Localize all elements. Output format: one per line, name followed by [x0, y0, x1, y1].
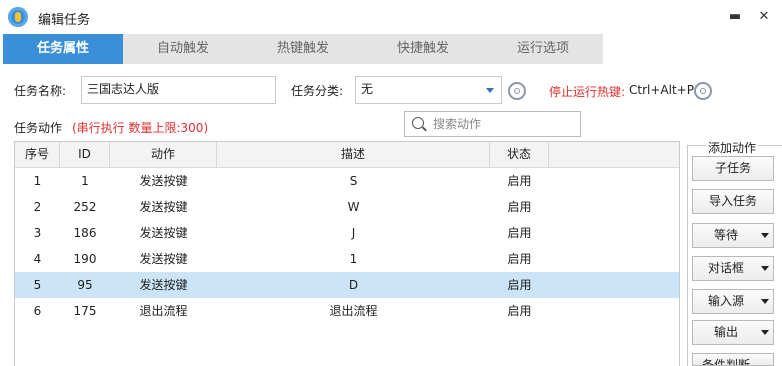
column-header-desc[interactable]: 描述 [217, 142, 490, 167]
action-search-input[interactable]: 搜索动作 [404, 111, 581, 137]
output-label: 输出 [713, 325, 738, 339]
dialog-label: 对话框 [707, 261, 744, 275]
tab-auto-trigger[interactable]: 自动触发 [123, 34, 243, 64]
condition-dropdown-button[interactable]: 条件判断 [692, 353, 774, 366]
table-row[interactable]: 3 186 发送按键 J 启用 [15, 220, 679, 246]
cell-action: 发送按键 [139, 174, 188, 188]
condition-label: 条件判断 [701, 358, 750, 366]
cell-seq: 4 [33, 252, 42, 266]
tab-run-options[interactable]: 运行选项 [483, 34, 603, 64]
task-actions-label: 任务动作 [14, 121, 63, 135]
tab-bar: 任务属性 自动触发 热键触发 快捷触发 运行选项 [3, 34, 603, 64]
app-logo-icon [8, 7, 28, 27]
cell-status: 启用 [507, 252, 532, 266]
task-name-input[interactable]: 三国志达人版 [81, 76, 276, 104]
cell-desc: 退出流程 [329, 304, 378, 318]
column-header-status[interactable]: 状态 [490, 142, 549, 167]
add-action-title: 添加动作 [706, 139, 759, 156]
column-header-id[interactable]: ID [60, 142, 110, 167]
table-row[interactable]: 1 1 发送按键 S 启用 [15, 168, 679, 194]
table-row[interactable]: 2 252 发送按键 W 启用 [15, 194, 679, 220]
search-icon [412, 117, 424, 129]
category-settings-gear-icon[interactable] [508, 82, 526, 100]
search-placeholder: 搜索动作 [433, 117, 482, 131]
cell-seq: 6 [33, 304, 42, 318]
cell-desc: W [347, 200, 360, 214]
close-icon[interactable]: ✕ [756, 9, 772, 25]
wait-label: 等待 [713, 228, 738, 242]
cell-id: 95 [77, 278, 93, 292]
chevron-down-icon [761, 266, 769, 271]
chevron-down-icon [761, 330, 769, 335]
dialog-dropdown-button[interactable]: 对话框 [692, 256, 774, 281]
stop-hotkey-label: 停止运行热键: [549, 85, 626, 99]
hotkey-settings-gear-icon[interactable] [694, 82, 712, 100]
cell-action: 退出流程 [139, 304, 188, 318]
cell-action: 发送按键 [139, 278, 188, 292]
table-row[interactable]: 4 190 发送按键 1 启用 [15, 246, 679, 272]
input-source-dropdown-button[interactable]: 输入源 [692, 289, 774, 314]
stop-hotkey-value: Ctrl+Alt+P [629, 83, 694, 97]
cell-id: 190 [73, 252, 97, 266]
tab-quick-trigger[interactable]: 快捷触发 [363, 34, 483, 64]
add-subtask-button[interactable]: 子任务 [692, 156, 774, 181]
cell-status: 启用 [507, 226, 532, 240]
cell-action: 发送按键 [139, 252, 188, 266]
actions-table: 序号 ID 动作 描述 状态 1 1 发送按键 S 启用 2 252 发送按键 … [14, 141, 680, 366]
chevron-down-icon [761, 299, 769, 304]
tab-hotkey-trigger[interactable]: 热键触发 [243, 34, 363, 64]
cell-status: 启用 [507, 304, 532, 318]
chevron-down-icon [761, 233, 769, 238]
chevron-down-icon [486, 88, 494, 93]
task-category-value: 无 [361, 82, 374, 96]
task-category-label: 任务分类: [291, 84, 344, 98]
cell-id: 175 [73, 304, 97, 318]
task-category-select[interactable]: 无 [355, 76, 502, 104]
cell-status: 启用 [507, 174, 532, 188]
cell-desc: D [348, 278, 359, 292]
cell-desc: 1 [349, 252, 358, 266]
task-actions-info: (串行执行 数量上限:300) [72, 121, 209, 135]
table-header: 序号 ID 动作 描述 状态 [15, 142, 679, 168]
cell-status: 启用 [507, 278, 532, 292]
cell-id: 1 [81, 174, 89, 188]
cell-seq: 1 [33, 174, 42, 188]
window-title: 编辑任务 [38, 13, 91, 28]
cell-seq: 3 [33, 226, 42, 240]
column-header-action[interactable]: 动作 [110, 142, 217, 167]
cell-id: 252 [73, 200, 97, 214]
title-bar [0, 0, 782, 34]
table-row-selected[interactable]: 5 95 发送按键 D 启用 [15, 272, 679, 298]
output-dropdown-button[interactable]: 输出 [692, 320, 774, 345]
cell-desc: J [351, 226, 356, 240]
cell-id: 186 [73, 226, 97, 240]
cell-seq: 5 [33, 278, 42, 292]
wait-dropdown-button[interactable]: 等待 [692, 223, 774, 248]
column-header-seq[interactable]: 序号 [15, 142, 60, 167]
cell-status: 启用 [507, 200, 532, 214]
table-row[interactable]: 6 175 退出流程 退出流程 启用 [15, 298, 679, 324]
cell-seq: 2 [33, 200, 42, 214]
cell-action: 发送按键 [139, 226, 188, 240]
cell-action: 发送按键 [139, 200, 188, 214]
import-task-button[interactable]: 导入任务 [692, 189, 774, 214]
task-name-label: 任务名称: [14, 84, 67, 98]
cell-desc: S [349, 174, 358, 188]
input-source-label: 输入源 [707, 294, 744, 308]
minimize-icon[interactable]: ▬ [727, 9, 743, 25]
tab-task-properties[interactable]: 任务属性 [3, 34, 123, 64]
